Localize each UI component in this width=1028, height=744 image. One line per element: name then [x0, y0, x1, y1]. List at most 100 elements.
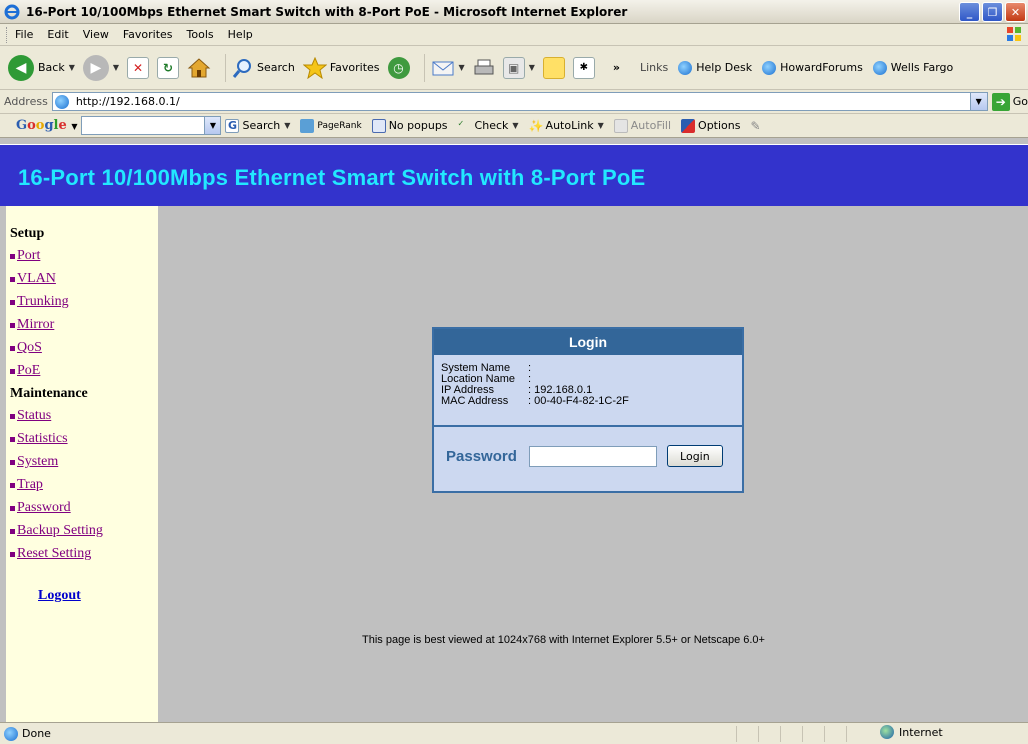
- security-zone: Internet: [880, 725, 943, 739]
- options-button[interactable]: Options: [681, 118, 740, 133]
- forward-button[interactable]: ▶ ▼: [82, 54, 119, 81]
- research-icon: ✱: [572, 56, 595, 79]
- notes-button[interactable]: [542, 56, 565, 79]
- edit-button[interactable]: ▣ ▼: [502, 56, 535, 79]
- bullet-icon: [10, 413, 15, 419]
- nav-item-port[interactable]: Port: [10, 248, 158, 264]
- nav-item-poe[interactable]: PoE: [10, 363, 158, 379]
- minimize-button[interactable]: _: [959, 2, 980, 22]
- research-button[interactable]: ✱: [572, 56, 595, 79]
- google-search-input[interactable]: ▼: [81, 116, 222, 135]
- nav-item-system[interactable]: System: [10, 454, 158, 470]
- links-label: Links: [639, 61, 669, 74]
- menu-favorites[interactable]: Favorites: [123, 28, 173, 41]
- logout-link[interactable]: Logout: [38, 588, 158, 604]
- refresh-button[interactable]: ↻: [157, 56, 180, 79]
- windows-flag-icon: [1007, 27, 1021, 41]
- standard-toolbar: ◀ Back ▼ ▶ ▼ ✕ ↻ Search Favorites ◷ ▼ ▣ …: [0, 46, 1028, 90]
- bullet-icon: [10, 436, 15, 442]
- spell-check-button[interactable]: ✓ Check ▼: [458, 119, 519, 133]
- left-navigation: Setup Port VLAN Trunking Mirror QoS PoE …: [6, 206, 158, 722]
- history-icon: ◷: [387, 56, 410, 79]
- menu-file[interactable]: File: [15, 28, 33, 41]
- password-input[interactable]: [528, 445, 657, 467]
- home-button[interactable]: [187, 57, 211, 79]
- address-input[interactable]: http://192.168.0.1/ ▼: [51, 92, 988, 111]
- toolbar-grip: [6, 26, 9, 43]
- bullet-icon: [10, 528, 15, 534]
- nav-item-status[interactable]: Status: [10, 408, 158, 424]
- nav-item-trap[interactable]: Trap: [10, 477, 158, 493]
- links-bar: Links Help Desk HowardForums Wells Fargo: [639, 60, 953, 75]
- bullet-icon: [10, 368, 15, 374]
- back-button[interactable]: ◀ Back ▼: [8, 54, 75, 81]
- menu-tools[interactable]: Tools: [187, 28, 214, 41]
- nav-item-backup-setting[interactable]: Backup Setting: [10, 523, 158, 539]
- forward-arrow-icon: ▶: [82, 54, 109, 81]
- autofill-icon: [613, 118, 628, 133]
- system-info: System Name : Location Name : IP Address…: [434, 355, 742, 427]
- highlight-button[interactable]: ✎: [750, 119, 760, 133]
- back-arrow-icon: ◀: [8, 54, 34, 81]
- menu-edit[interactable]: Edit: [47, 28, 68, 41]
- ie-logo-icon: [4, 4, 20, 19]
- nav-item-vlan[interactable]: VLAN: [10, 271, 158, 287]
- favorites-star-icon: [302, 56, 327, 79]
- forward-dropdown-icon[interactable]: ▼: [113, 63, 119, 72]
- link-wells-fargo[interactable]: Wells Fargo: [872, 60, 953, 75]
- bullet-icon: [10, 322, 15, 328]
- bullet-icon: [10, 459, 15, 465]
- autolink-button[interactable]: ✨ AutoLink ▼: [529, 119, 604, 133]
- nav-item-statistics[interactable]: Statistics: [10, 431, 158, 447]
- go-button[interactable]: ➔ Go: [991, 92, 1028, 111]
- menu-view[interactable]: View: [83, 28, 109, 41]
- login-panel: Login System Name : Location Name : IP A…: [432, 327, 744, 493]
- history-button[interactable]: ◷: [387, 56, 410, 79]
- address-dropdown-icon[interactable]: ▼: [969, 93, 987, 110]
- nav-item-trunking[interactable]: Trunking: [10, 294, 158, 310]
- favorites-button[interactable]: Favorites: [302, 56, 380, 79]
- mail-icon: [432, 61, 454, 75]
- nav-item-reset-setting[interactable]: Reset Setting: [10, 546, 158, 562]
- edit-dropdown-icon[interactable]: ▼: [529, 63, 535, 72]
- toolbar-chevron-icon[interactable]: »: [613, 61, 620, 74]
- menu-help[interactable]: Help: [228, 28, 253, 41]
- pencil-icon: ✎: [750, 118, 761, 133]
- autofill-button[interactable]: AutoFill: [613, 118, 671, 133]
- sticky-note-icon: [542, 56, 565, 79]
- nav-item-qos[interactable]: QoS: [10, 340, 158, 356]
- print-button[interactable]: [473, 58, 495, 78]
- bullet-icon: [10, 299, 15, 305]
- toolbar-separator: [423, 53, 425, 82]
- ie-page-icon: [872, 60, 887, 75]
- bullet-icon: [10, 253, 15, 259]
- nav-item-mirror[interactable]: Mirror: [10, 317, 158, 333]
- link-howardforums[interactable]: HowardForums: [762, 60, 863, 75]
- login-button[interactable]: Login: [666, 445, 723, 467]
- close-button[interactable]: ✕: [1005, 2, 1026, 22]
- edit-icon: ▣: [502, 56, 525, 79]
- browser-recommendation-note: This page is best viewed at 1024x768 wit…: [362, 634, 765, 646]
- nav-item-password[interactable]: Password: [10, 500, 158, 516]
- maximize-button[interactable]: ❐: [982, 2, 1003, 22]
- mail-dropdown-icon[interactable]: ▼: [459, 63, 465, 72]
- stop-button[interactable]: ✕: [127, 56, 150, 79]
- home-icon: [187, 57, 211, 77]
- ie-page-icon: [762, 60, 777, 75]
- search-icon: [232, 58, 252, 78]
- options-icon: [681, 118, 696, 133]
- google-dropdown-icon[interactable]: ▼: [204, 117, 221, 134]
- pagerank-indicator[interactable]: PageRank: [300, 118, 362, 133]
- page-viewport: 16-Port 10/100Mbps Ethernet Smart Switch…: [0, 138, 1028, 722]
- google-logo[interactable]: Google ▼: [16, 118, 77, 133]
- pagerank-icon: [300, 118, 315, 133]
- link-help-desk[interactable]: Help Desk: [678, 60, 752, 75]
- google-search-button[interactable]: G Search ▼: [225, 118, 290, 133]
- back-dropdown-icon[interactable]: ▼: [69, 63, 75, 72]
- mail-button[interactable]: ▼: [431, 58, 465, 78]
- search-button[interactable]: Search: [232, 57, 295, 79]
- page-banner: 16-Port 10/100Mbps Ethernet Smart Switch…: [0, 144, 1028, 206]
- popup-blocker-button[interactable]: No popups: [371, 118, 448, 133]
- login-title: Login: [434, 329, 742, 355]
- bullet-icon: [10, 505, 15, 511]
